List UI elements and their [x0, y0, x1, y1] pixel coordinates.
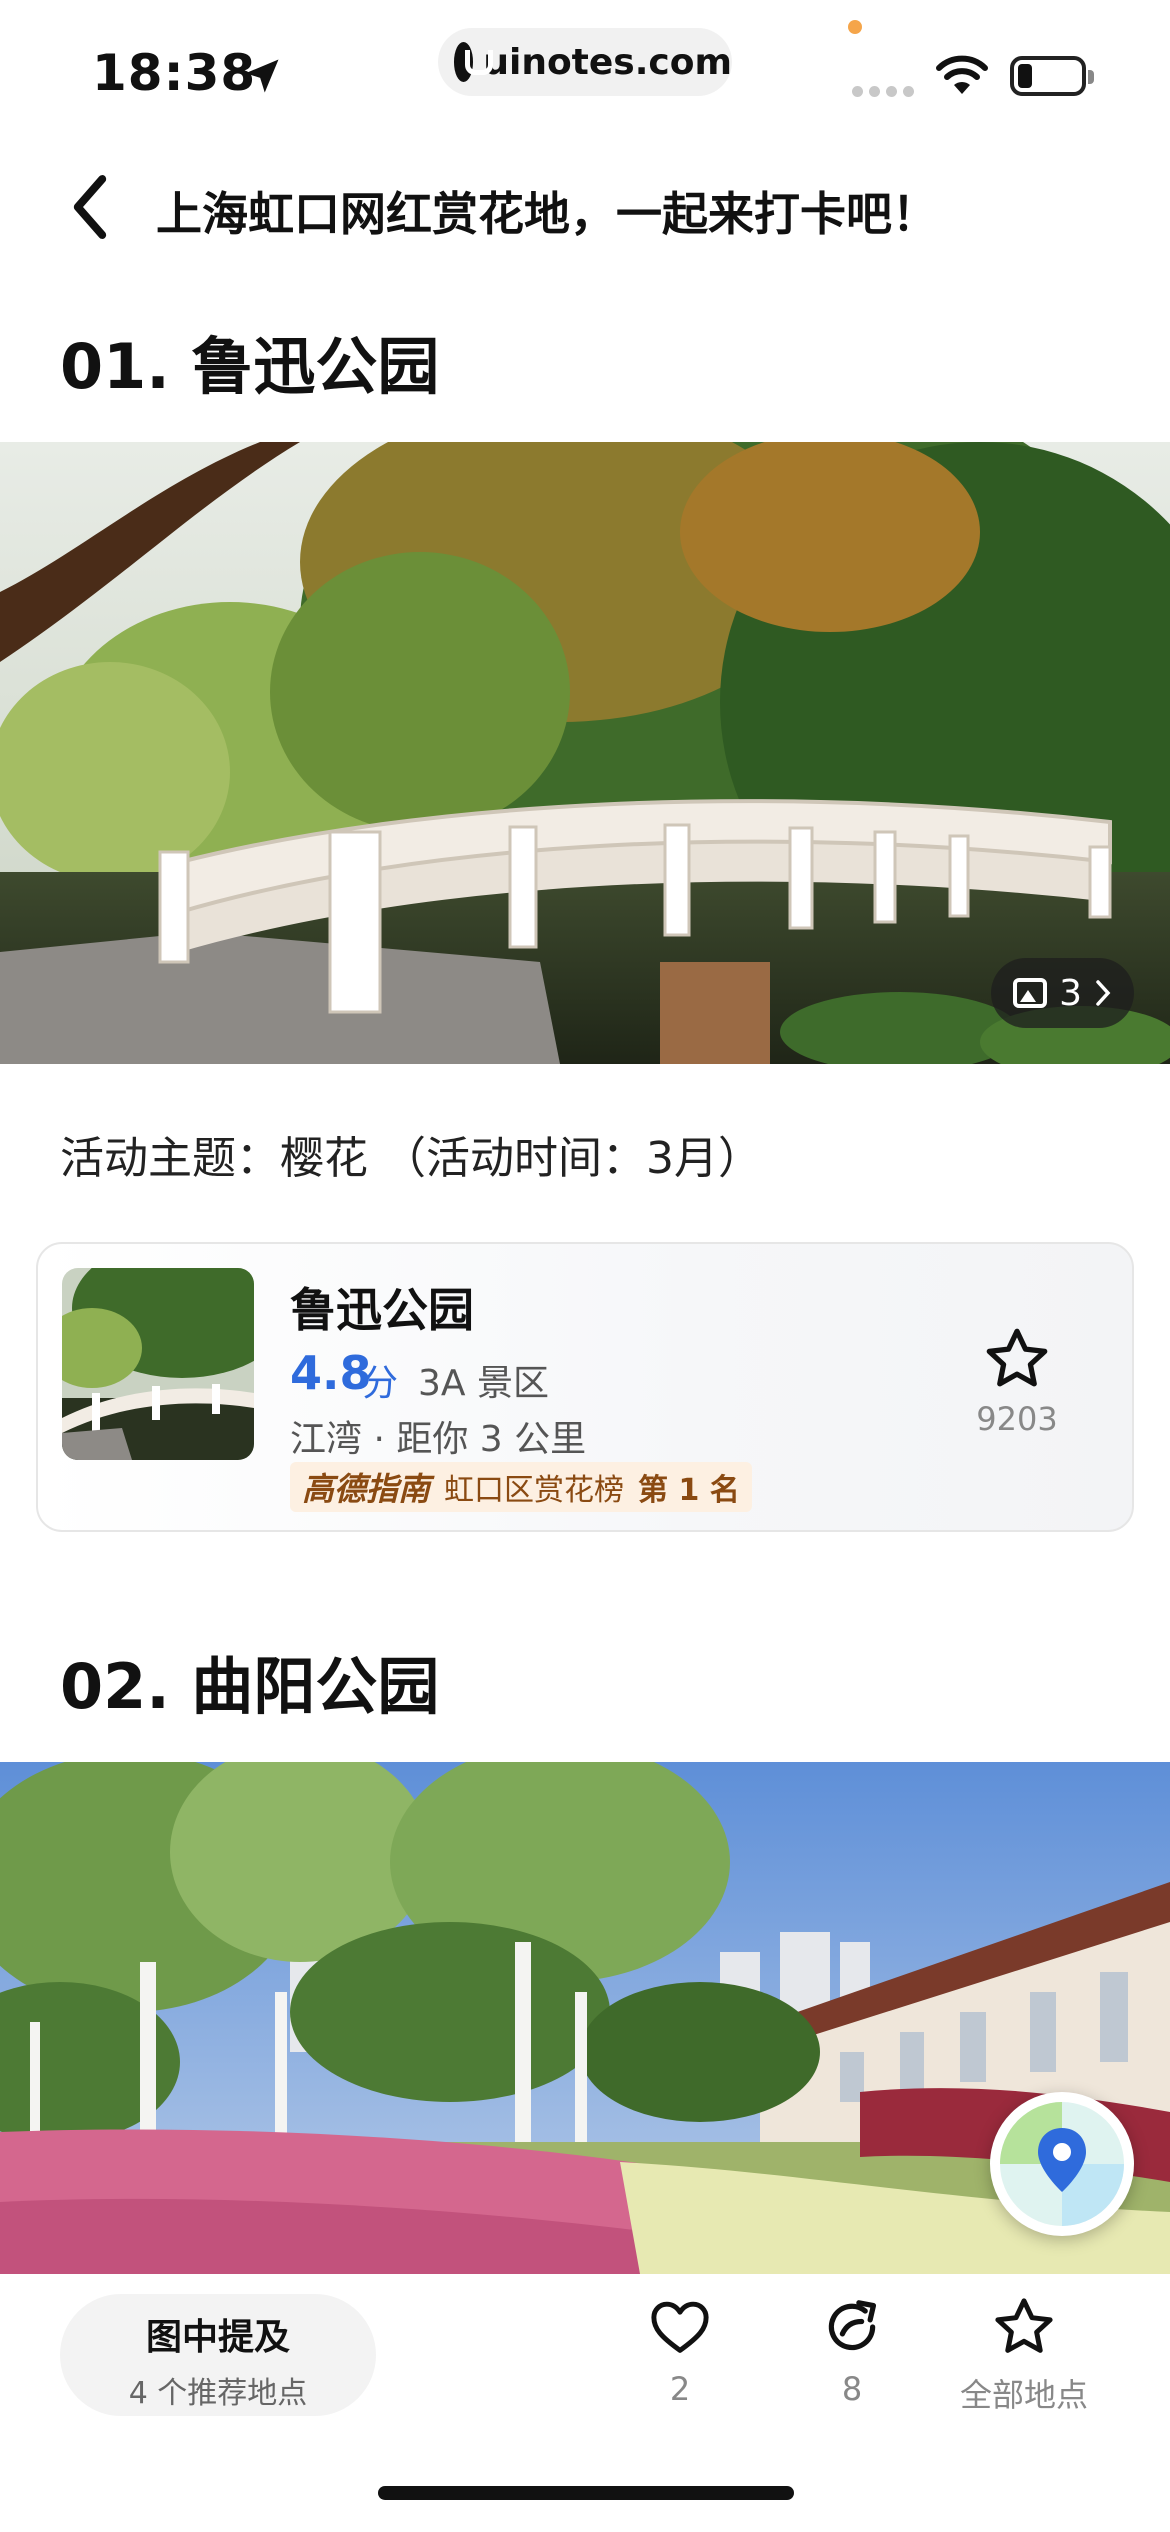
share-button[interactable]: 8 — [772, 2294, 932, 2408]
park-bridge-photo — [0, 442, 1170, 1064]
site-logo-icon — [454, 42, 494, 82]
cellular-signal-icon — [852, 86, 914, 97]
wifi-icon — [936, 55, 988, 94]
image-icon — [1013, 978, 1048, 1008]
status-time: 18:38 — [92, 44, 257, 102]
heart-icon — [651, 2301, 709, 2353]
share-count: 8 — [841, 2370, 863, 2408]
chevron-left-icon[interactable] — [60, 172, 120, 242]
url-text: uinotes.com — [483, 41, 732, 83]
poi-rank-badge[interactable]: 高德指南 虹口区赏花榜 第 1 名 — [290, 1462, 752, 1512]
favorite-button[interactable]: 9203 — [952, 1324, 1082, 1438]
mentioned-count: 4 个推荐地点 — [128, 2376, 308, 2411]
all-places-button[interactable]: 全部地点 — [944, 2294, 1104, 2416]
share-icon — [828, 2300, 877, 2351]
photo-count: 3 — [1059, 972, 1082, 1014]
privacy-indicator — [848, 20, 862, 34]
park-flowers-photo — [0, 1762, 1170, 2274]
status-bar: 18:38 uinotes.com — [0, 0, 1170, 140]
rank-position: 第 1 名 — [638, 1473, 740, 1508]
section-title-2: 02. 曲阳公园 — [60, 1650, 440, 1723]
location-arrow-icon — [245, 59, 279, 93]
photo-count-badge[interactable]: 3 — [991, 958, 1134, 1028]
rank-list-name: 虹口区赏花榜 — [444, 1473, 625, 1508]
poi-level: 3A 景区 — [418, 1363, 549, 1404]
star-icon — [986, 1328, 1048, 1387]
map-button[interactable] — [990, 2092, 1134, 2236]
url-pill[interactable]: uinotes.com — [438, 28, 732, 96]
page-title: 上海虹口网红赏花地，一起来打卡吧！ — [156, 187, 938, 241]
rank-brand: 高德指南 — [302, 1470, 431, 1508]
poi-score: 4.8 — [290, 1346, 372, 1400]
chevron-right-icon — [1096, 980, 1111, 1006]
star-icon — [995, 2298, 1053, 2353]
hero-image-1[interactable]: 3 — [0, 442, 1170, 1064]
hero-image-2[interactable] — [0, 1762, 1170, 2274]
poi-card[interactable]: 鲁迅公园 4.8 分 3A 景区 江湾 · 距你 3 公里 高德指南 虹口区赏花… — [36, 1242, 1134, 1532]
section-title-1: 01. 鲁迅公园 — [60, 330, 440, 403]
home-indicator[interactable] — [378, 2486, 794, 2500]
mentioned-title: 图中提及 — [145, 2317, 290, 2358]
poi-name: 鲁迅公园 — [290, 1283, 474, 1337]
poi-thumbnail — [62, 1268, 254, 1460]
map-pin-icon — [1000, 2102, 1124, 2226]
favorite-count: 9203 — [976, 1400, 1058, 1438]
like-count: 2 — [669, 2370, 691, 2408]
mentioned-places-button[interactable]: 图中提及 4 个推荐地点 — [60, 2294, 376, 2416]
activity-theme: 活动主题：樱花 （活动时间：3月） — [60, 1133, 762, 1184]
battery-icon — [1010, 56, 1094, 96]
all-places-label: 全部地点 — [959, 2376, 1088, 2414]
poi-distance: 江湾 · 距你 3 公里 — [290, 1419, 587, 1460]
like-button[interactable]: 2 — [600, 2294, 760, 2408]
poi-score-unit: 分 — [362, 1363, 399, 1404]
